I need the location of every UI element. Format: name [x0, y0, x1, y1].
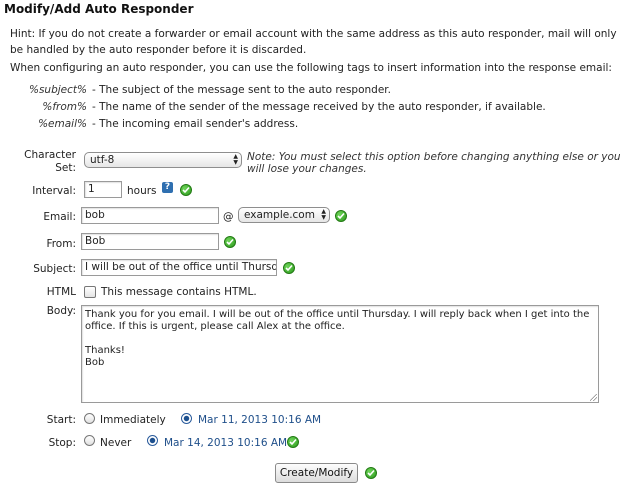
- check-icon: [365, 467, 377, 479]
- domain-select[interactable]: example.com ▲ ▼: [238, 207, 330, 223]
- email-field[interactable]: bob: [81, 207, 219, 224]
- charset-value: utf-8: [90, 154, 115, 166]
- start-date-radio[interactable]: [181, 413, 192, 424]
- resize-grip-icon[interactable]: [590, 394, 597, 401]
- help-icon[interactable]: ?: [162, 182, 173, 193]
- tag-row-email: %email% - The incoming email sender's ad…: [0, 118, 640, 132]
- tag-name: %subject%: [28, 84, 87, 96]
- start-immediately-radio[interactable]: [84, 413, 95, 424]
- stop-never-radio[interactable]: [84, 435, 95, 446]
- start-label: Start:: [46, 414, 76, 426]
- subject-label: Subject:: [33, 263, 76, 275]
- start-immediately-label: Immediately: [100, 414, 166, 426]
- stop-date-link[interactable]: Mar 14, 2013 10:16 AM: [164, 437, 287, 449]
- tag-name: %from%: [42, 101, 87, 113]
- from-field[interactable]: Bob: [81, 233, 219, 250]
- domain-value: example.com: [244, 209, 315, 221]
- email-label: Email:: [43, 211, 76, 223]
- tag-name: %email%: [38, 118, 87, 130]
- create-modify-button[interactable]: Create/Modify: [275, 463, 358, 483]
- stop-label: Stop:: [48, 437, 76, 449]
- stop-date-radio[interactable]: [147, 435, 158, 446]
- hint-text: Hint: If you do not create a forwarder o…: [10, 28, 617, 56]
- charset-label: Character Set:: [6, 149, 76, 175]
- select-arrows-icon: ▲ ▼: [233, 153, 238, 166]
- from-label: From:: [46, 238, 76, 250]
- body-textarea[interactable]: Thank you for you email. I will be out o…: [81, 305, 599, 403]
- body-label: Body:: [46, 305, 76, 317]
- tag-description: - The name of the sender of the message …: [92, 101, 546, 113]
- check-icon: [335, 210, 347, 222]
- interval-unit: hours: [127, 185, 157, 197]
- charset-label-line1: Character: [24, 149, 76, 161]
- tags-intro: When configuring an auto responder, you …: [10, 62, 612, 74]
- subject-field[interactable]: I will be out of the office until Thursd…: [81, 259, 277, 276]
- interval-label: Interval:: [32, 185, 76, 197]
- start-date-link[interactable]: Mar 11, 2013 10:16 AM: [198, 414, 321, 426]
- html-checkbox[interactable]: [84, 286, 96, 298]
- check-icon: [224, 236, 236, 248]
- tag-description: - The incoming email sender's address.: [92, 118, 299, 130]
- html-label: HTML: [46, 286, 76, 298]
- interval-input[interactable]: 1: [84, 181, 122, 198]
- page-title: Modify/Add Auto Responder: [4, 2, 194, 16]
- at-sign: @: [223, 211, 234, 223]
- check-icon: [283, 262, 295, 274]
- tag-description: - The subject of the message sent to the…: [92, 84, 391, 96]
- charset-select[interactable]: utf-8 ▲ ▼: [84, 152, 242, 168]
- charset-note: Note: You must select this option before…: [247, 151, 621, 175]
- stop-never-label: Never: [100, 437, 132, 449]
- html-checkbox-label: This message contains HTML.: [101, 286, 257, 298]
- check-icon: [287, 436, 299, 448]
- check-icon: [180, 184, 192, 196]
- tag-row-subject: %subject% - The subject of the message s…: [0, 84, 640, 98]
- select-arrows-icon: ▲ ▼: [321, 208, 326, 221]
- charset-label-line2: Set:: [55, 162, 76, 174]
- tag-row-from: %from% - The name of the sender of the m…: [0, 101, 640, 115]
